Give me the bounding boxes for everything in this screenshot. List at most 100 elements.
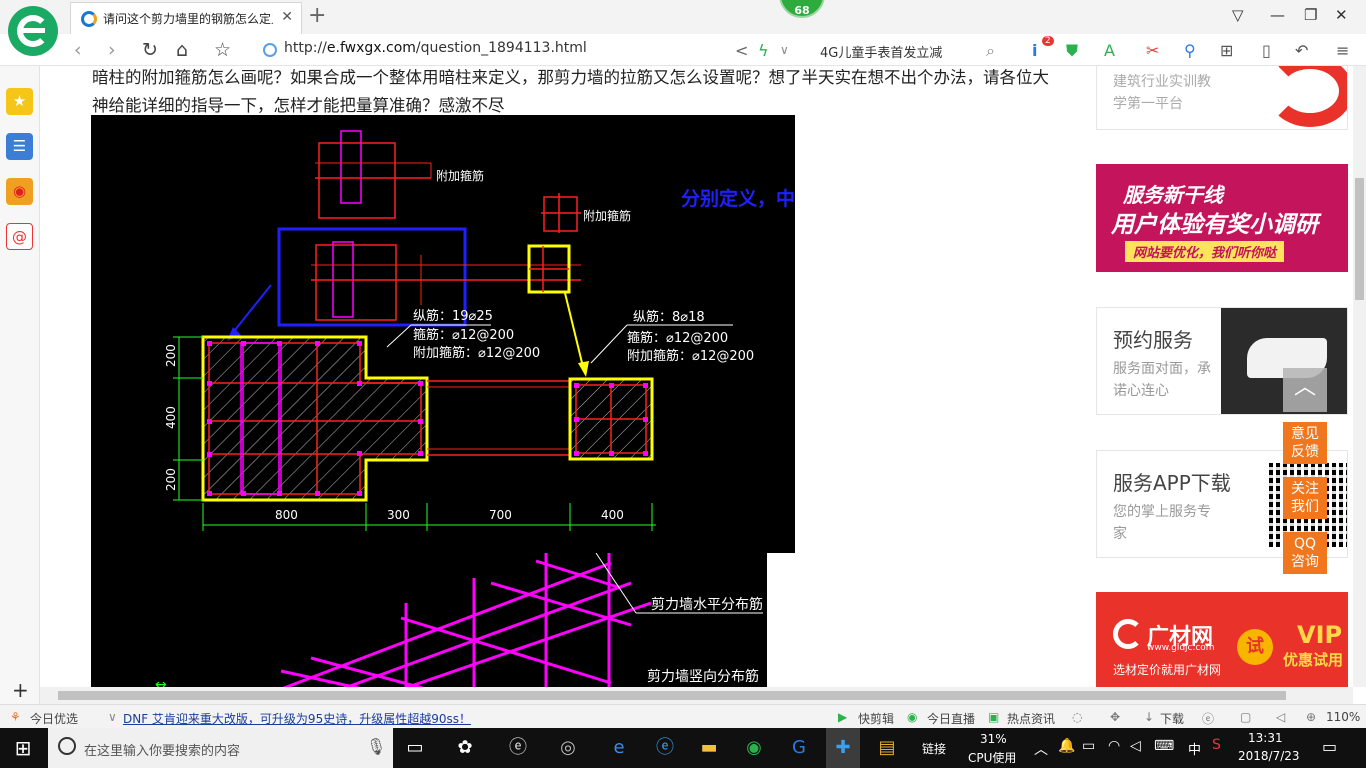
survey-banner-title: 服务新干线 — [1123, 183, 1223, 207]
horizontal-scroll-thumb[interactable] — [58, 691, 1286, 700]
wall-horizontal-label: 剪力墙水平分布筋 — [651, 596, 763, 613]
windows-start-icon[interactable]: ⊞ — [10, 736, 36, 760]
today-pick-link[interactable]: 今日优选 — [30, 710, 78, 727]
battery-icon[interactable]: ▭ — [1082, 738, 1095, 754]
menu-icon[interactable]: ≡ — [1336, 41, 1349, 60]
speed-icon[interactable]: ◌ — [1072, 710, 1082, 724]
hot-news-link[interactable]: 热点资讯 — [1007, 710, 1055, 727]
edge-icon[interactable]: e — [606, 736, 632, 760]
site-favicon-icon — [81, 11, 97, 27]
scissors-icon[interactable]: ✂ — [1146, 41, 1159, 60]
ie-mode-icon[interactable]: ⓔ — [1202, 710, 1214, 727]
download-link[interactable]: 下载 — [1160, 710, 1184, 727]
left-long-rebar: 纵筋：19⌀25 — [413, 308, 493, 324]
pin-icon[interactable]: ✥ — [1110, 710, 1120, 724]
pinwheel-app-icon[interactable]: ✿ — [452, 736, 478, 760]
follow-us-button[interactable]: 关注 我们 — [1283, 477, 1327, 519]
reading-list-icon[interactable]: ☰ — [6, 133, 33, 160]
g-app-icon[interactable]: G — [786, 736, 812, 760]
follow-label-1: 关注 — [1291, 481, 1319, 497]
refresh-icon[interactable]: ↻ — [142, 39, 158, 61]
maximize-button[interactable]: ❐ — [1304, 6, 1317, 24]
zoom-icon[interactable]: ⊕ — [1306, 710, 1316, 724]
file-explorer-icon[interactable]: ▬ — [696, 736, 722, 760]
links-toolbar[interactable]: 链接 — [922, 740, 946, 757]
dim-h-400: 400 — [601, 508, 624, 522]
news-icon[interactable]: ▣ — [988, 710, 999, 724]
notes-app-icon[interactable]: ▤ — [874, 736, 900, 760]
quick-cut-icon[interactable]: ▶ — [838, 710, 847, 724]
shield-icon[interactable]: ⛊ — [1066, 41, 1078, 61]
ie-icon[interactable]: ⓔ — [652, 736, 678, 760]
back-icon[interactable]: ‹ — [74, 39, 82, 61]
extension-icon[interactable]: i — [1032, 41, 1037, 60]
quick-cut-link[interactable]: 快剪辑 — [858, 710, 894, 727]
clock-time[interactable]: 13:31 — [1248, 731, 1283, 745]
vertical-scrollbar[interactable] — [1353, 66, 1366, 687]
home-icon[interactable]: ⌂ — [176, 39, 188, 61]
taskbar-search-box[interactable]: 在这里输入你要搜索的内容 🎙 — [48, 728, 393, 768]
phone-icon[interactable]: ▯ — [1262, 41, 1271, 60]
window-icon[interactable]: ▢ — [1240, 710, 1251, 724]
mail-icon[interactable]: @ — [6, 223, 33, 250]
horizontal-scrollbar[interactable] — [40, 687, 1353, 704]
lightning-icon[interactable]: ϟ — [758, 41, 769, 60]
chevron-down-icon[interactable]: ∨ — [108, 710, 117, 724]
bookmark-star-icon[interactable]: ☆ — [214, 39, 231, 61]
apps-grid-icon[interactable]: ⊞ — [1220, 41, 1233, 60]
browser-e-icon[interactable]: ⓔ — [505, 736, 531, 760]
volume-icon[interactable]: ◁ — [1130, 738, 1141, 754]
mute-icon[interactable]: ◁ — [1276, 710, 1285, 724]
translate-icon[interactable]: A — [1104, 41, 1115, 60]
clock-date[interactable]: 2018/7/23 — [1238, 749, 1300, 763]
browser-logo-icon[interactable] — [8, 6, 58, 56]
active-app-icon[interactable]: ✚ — [826, 728, 860, 768]
new-tab-button[interactable]: + — [308, 3, 326, 28]
weibo-icon[interactable]: ◉ — [6, 178, 33, 205]
favorites-star-icon[interactable]: ★ — [6, 88, 33, 115]
sogou-ime-icon[interactable]: S — [1212, 737, 1221, 753]
close-window-button[interactable]: ✕ — [1335, 6, 1348, 24]
survey-banner[interactable]: 服务新干线 用户体验有奖小调研 网站要优化，我们听你哒 — [1096, 164, 1348, 272]
magnifier-icon[interactable]: ⚲ — [1184, 41, 1196, 60]
search-input[interactable]: 4G儿童手表首发立减 — [820, 42, 942, 61]
spiral-app-icon[interactable]: ◎ — [555, 736, 581, 760]
back-to-top-icon[interactable]: ︿ — [1283, 368, 1327, 412]
keyboard-icon[interactable]: ⌨ — [1154, 738, 1174, 754]
address-bar[interactable]: http://e.fwxgx.com/question_1894113.html — [284, 40, 587, 56]
question-text: 暗柱的附加箍筋怎么画呢？如果合成一个整体用暗柱来定义，那剪力墙的拉筋又怎么设置呢… — [92, 68, 1049, 115]
add-sidebar-icon[interactable]: + — [12, 678, 29, 702]
qq-consult-button[interactable]: QQ 咨询 — [1283, 532, 1327, 574]
zoom-level[interactable]: 110% — [1326, 710, 1360, 724]
skin-icon[interactable]: ▽ — [1232, 6, 1244, 24]
forward-icon[interactable]: › — [108, 39, 116, 61]
undo-icon[interactable]: ↶ — [1295, 41, 1308, 60]
live-icon[interactable]: ◉ — [907, 710, 917, 724]
close-tab-icon[interactable]: ✕ — [281, 9, 293, 25]
chevron-down-icon[interactable]: ∨ — [780, 43, 789, 57]
speed-badge[interactable]: 68 — [779, 0, 825, 18]
browser-tab[interactable]: 请问这个剪力墙里的钢筋怎么定义 ✕ — [70, 2, 302, 34]
wifi-icon[interactable]: ◠ — [1108, 738, 1120, 754]
task-view-icon[interactable]: ▭ — [402, 736, 428, 760]
gift-icon[interactable]: ⚘ — [10, 710, 21, 724]
download-icon[interactable]: ↓ — [1144, 710, 1154, 724]
training-ad-card[interactable]: 建筑行业实训教 学第一平台 — [1096, 66, 1348, 130]
notification-bell-icon[interactable]: 🔔 — [1058, 738, 1075, 754]
today-live-link[interactable]: 今日直播 — [927, 710, 975, 727]
search-icon[interactable]: ⌕ — [986, 41, 995, 61]
microphone-icon[interactable]: 🎙 — [366, 737, 386, 756]
ime-indicator[interactable]: 中 — [1188, 739, 1201, 758]
action-center-icon[interactable]: ▭ — [1322, 737, 1337, 756]
tray-chevron-icon[interactable]: ︿ — [1034, 739, 1048, 759]
green-browser-icon[interactable]: ◉ — [741, 736, 767, 760]
gcw-slogan: 选材定价就用广材网 — [1113, 663, 1222, 677]
extra-stirrup-label: 附加箍筋 — [436, 168, 484, 183]
app-download-title: 服务APP下载 — [1113, 471, 1231, 495]
vertical-scroll-thumb[interactable] — [1355, 178, 1364, 300]
gcw-banner[interactable]: 广材网 www.gldjc.com 选材定价就用广材网 试 VIP 优惠试用 — [1096, 592, 1348, 687]
news-headline-link[interactable]: DNF 艾肯迎来重大改版，可升级为95史诗，升级属性超越90ss！ — [123, 710, 471, 727]
feedback-button[interactable]: 意见 反馈 — [1283, 422, 1327, 464]
minimize-button[interactable]: — — [1270, 6, 1285, 24]
share-icon[interactable]: < — [735, 41, 748, 60]
